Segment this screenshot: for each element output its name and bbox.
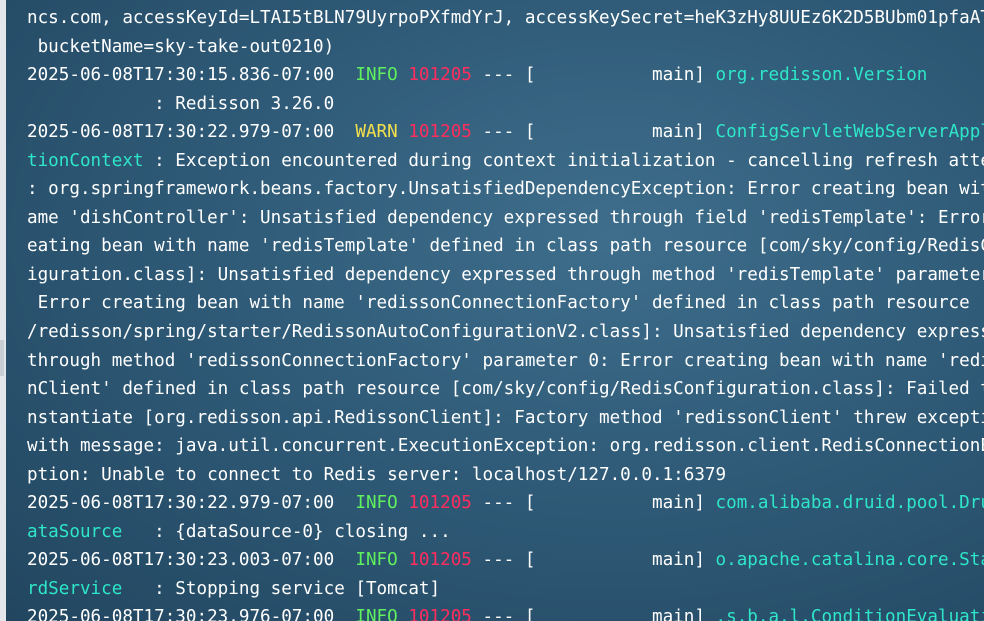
log-logger-name: rdService (27, 578, 123, 599)
log-text: eating bean with name 'redisTemplate' de… (27, 236, 984, 257)
log-line: Error creating bean with name 'redissonC… (27, 289, 984, 318)
log-logger-name: tionContext (27, 150, 144, 171)
log-text: : {dataSource-0} closing ... (122, 521, 451, 542)
log-line: rdService : Stopping service [Tomcat] (27, 575, 984, 604)
log-text: iguration.class]: Unsatisfied dependency… (27, 264, 984, 285)
log-text: /redisson/spring/starter/RedissonAutoCon… (27, 322, 984, 343)
log-text: 2025-06-08T17:30:23.003-07:00 (27, 550, 356, 571)
log-text: nClient' defined in class path resource … (27, 379, 984, 400)
log-line: : org.springframework.beans.factory.Unsa… (27, 175, 984, 204)
log-text: --- [ main] (471, 65, 716, 86)
log-level-warn: WARN (355, 122, 398, 143)
log-logger-name: .s.b.a.l.ConditionEvaluatio (715, 607, 984, 621)
log-text: --- [ main] (471, 607, 716, 621)
log-line: tionContext : Exception encountered duri… (27, 147, 984, 176)
log-logger-name: ConfigServletWebServerAppl (715, 122, 984, 143)
log-line: 2025-06-08T17:30:23.003-07:00 INFO 10120… (27, 546, 984, 575)
log-text: 2025-06-08T17:30:23.976-07:00 (27, 607, 356, 621)
log-line: ame 'dishController': Unsatisfied depend… (27, 204, 984, 233)
log-line: 2025-06-08T17:30:22.979-07:00 WARN 10120… (27, 118, 984, 147)
log-logger-name: o.apache.catalina.core.Stan (715, 550, 984, 571)
log-pid: 101205 (408, 122, 472, 143)
log-line: bucketName=sky-take-out0210) (27, 33, 984, 62)
log-line: : Redisson 3.26.0 (27, 90, 984, 119)
resize-handle[interactable] (0, 340, 4, 376)
log-logger-name: com.alibaba.druid.pool.Dru (715, 493, 984, 514)
log-line: iguration.class]: Unsatisfied dependency… (27, 261, 984, 290)
log-text: bucketName=sky-take-out0210) (27, 36, 335, 57)
log-text: : Exception encountered during context i… (143, 150, 984, 171)
log-text: --- [ main] (471, 122, 716, 143)
log-pid: 101205 (408, 65, 472, 86)
log-line: ption: Unable to connect to Redis server… (27, 461, 984, 490)
log-line: ataSource : {dataSource-0} closing ... (27, 518, 984, 547)
log-line: nstantiate [org.redisson.api.RedissonCli… (27, 404, 984, 433)
log-line: with message: java.util.concurrent.Execu… (27, 432, 984, 461)
log-line: 2025-06-08T17:30:23.976-07:00 INFO 10120… (27, 603, 984, 621)
log-text: nstantiate [org.redisson.api.RedissonCli… (27, 407, 984, 428)
log-text: : org.springframework.beans.factory.Unsa… (27, 179, 984, 200)
log-pid: 101205 (408, 493, 472, 514)
log-text: through method 'redissonConnectionFactor… (27, 350, 984, 371)
log-pid: 101205 (408, 550, 472, 571)
log-line: eating bean with name 'redisTemplate' de… (27, 232, 984, 261)
log-line: nClient' defined in class path resource … (27, 375, 984, 404)
log-text: : Redisson 3.26.0 (27, 93, 335, 114)
console-output[interactable]: ncs.com, accessKeyId=LTAI5tBLN79UyrpoPXf… (6, 0, 984, 621)
log-line: /redisson/spring/starter/RedissonAutoCon… (27, 318, 984, 347)
log-level-info: INFO (355, 550, 398, 571)
log-line: ncs.com, accessKeyId=LTAI5tBLN79UyrpoPXf… (27, 4, 984, 33)
log-text: 2025-06-08T17:30:15.836-07:00 (27, 65, 356, 86)
log-line: through method 'redissonConnectionFactor… (27, 347, 984, 376)
log-text: with message: java.util.concurrent.Execu… (27, 436, 984, 457)
log-logger-name: ataSource (27, 521, 123, 542)
log-line: 2025-06-08T17:30:15.836-07:00 INFO 10120… (27, 61, 984, 90)
log-text: 2025-06-08T17:30:22.979-07:00 (27, 493, 356, 514)
log-level-info: INFO (355, 607, 398, 621)
log-logger-name: org.redisson.Version (715, 65, 928, 86)
log-text: ption: Unable to connect to Redis server… (27, 464, 727, 485)
log-text: ncs.com, accessKeyId=LTAI5tBLN79UyrpoPXf… (27, 8, 984, 28)
log-text: : Stopping service [Tomcat] (122, 578, 441, 599)
log-text: Error creating bean with name 'redissonC… (27, 293, 984, 314)
log-line: 2025-06-08T17:30:22.979-07:00 INFO 10120… (27, 489, 984, 518)
console-lines: ncs.com, accessKeyId=LTAI5tBLN79UyrpoPXf… (27, 4, 984, 621)
log-level-info: INFO (355, 493, 398, 514)
log-text: 2025-06-08T17:30:22.979-07:00 (27, 122, 356, 143)
log-text: ame 'dishController': Unsatisfied depend… (27, 207, 984, 228)
log-text: --- [ main] (471, 493, 716, 514)
log-level-info: INFO (355, 65, 398, 86)
log-text: --- [ main] (471, 550, 716, 571)
log-pid: 101205 (408, 607, 472, 621)
